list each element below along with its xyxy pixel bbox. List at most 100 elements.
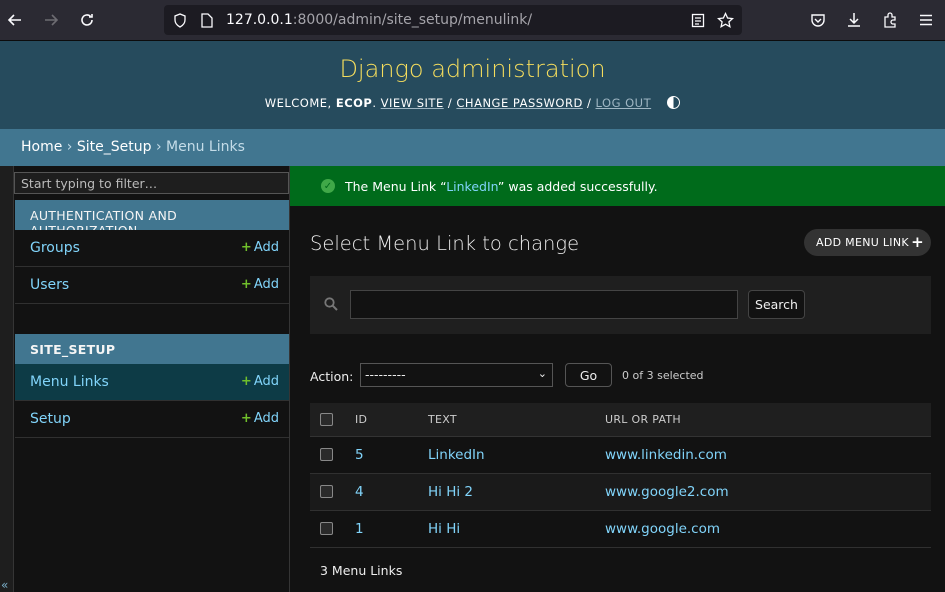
module-site-setup: SITE_SETUP Menu Links + Add Setup + Add	[15, 334, 289, 438]
reader-view-icon[interactable]	[689, 11, 707, 29]
collapse-sidebar-icon[interactable]: «	[1, 578, 8, 592]
page-title: Select Menu Link to change	[310, 232, 580, 255]
row-checkbox[interactable]	[320, 522, 333, 535]
extensions-icon[interactable]	[878, 8, 902, 32]
plus-icon: +	[911, 233, 924, 251]
nav-sidebar: « AUTHENTICATION AND AUTHORIZATION Group…	[0, 166, 290, 592]
paginator: 3 Menu Links	[310, 547, 931, 592]
row-url[interactable]: www.google.com	[605, 510, 931, 548]
browser-toolbar: 127.0.0.1:8000/admin/site_setup/menulink…	[0, 0, 945, 41]
sidebar-item-label[interactable]: Users	[30, 277, 69, 293]
sidebar-toggle-gutter[interactable]: «	[0, 166, 14, 592]
search-button[interactable]: Search	[748, 290, 805, 319]
module-caption-site-setup[interactable]: SITE_SETUP	[15, 334, 289, 364]
search-input[interactable]	[350, 290, 738, 319]
row-checkbox[interactable]	[320, 448, 333, 461]
sidebar-item-groups[interactable]: Groups + Add	[15, 230, 289, 267]
sidebar-item-label[interactable]: Menu Links	[30, 374, 109, 390]
breadcrumb-separator: ›	[155, 139, 162, 155]
sidebar-item-label[interactable]: Setup	[30, 411, 71, 427]
theme-toggle-icon[interactable]	[667, 96, 681, 109]
row-select-cell	[310, 436, 355, 474]
column-header-text[interactable]: TEXT	[428, 403, 605, 437]
select-all-cell	[310, 403, 355, 437]
action-select[interactable]: --------- ⌄	[360, 363, 553, 387]
add-setup-button[interactable]: + Add	[241, 411, 279, 426]
add-menu-link-label: ADD MENU LINK	[816, 236, 909, 249]
column-header-url[interactable]: URL OR PATH	[605, 403, 931, 437]
search-icon	[324, 297, 338, 315]
star-icon[interactable]	[716, 11, 734, 29]
menu-icon[interactable]	[914, 8, 938, 32]
go-button[interactable]: Go	[565, 363, 612, 387]
table-row: 4 Hi Hi 2 www.google2.com	[310, 473, 931, 511]
pocket-icon[interactable]	[806, 8, 830, 32]
reload-icon[interactable]	[75, 8, 99, 32]
row-id-link[interactable]: 1	[355, 510, 428, 548]
add-user-button[interactable]: + Add	[241, 277, 279, 292]
add-label: Add	[253, 411, 279, 426]
change-password-link[interactable]: CHANGE PASSWORD	[456, 96, 582, 110]
checkmark-icon: ✓	[321, 179, 335, 193]
row-select-cell	[310, 510, 355, 548]
breadcrumb: Home › Site_Setup › Menu Links	[0, 129, 945, 166]
table-row: 5 LinkedIn www.linkedin.com	[310, 436, 931, 474]
add-label: Add	[253, 240, 279, 255]
table-header-row: ID TEXT URL OR PATH	[310, 403, 931, 437]
url-path: :8000/admin/site_setup/menulink/	[292, 12, 533, 28]
breadcrumb-separator: ›	[66, 139, 73, 155]
username: ECOP	[335, 96, 373, 110]
module-caption-auth[interactable]: AUTHENTICATION AND AUTHORIZATION	[15, 200, 289, 238]
sidebar-item-setup[interactable]: Setup + Add	[15, 401, 289, 438]
row-url[interactable]: www.linkedin.com	[605, 436, 931, 474]
breadcrumb-site-setup[interactable]: Site_Setup	[77, 139, 152, 155]
user-tools: WELCOME, ECOP. VIEW SITE / CHANGE PASSWO…	[0, 96, 945, 110]
url-bar[interactable]: 127.0.0.1:8000/admin/site_setup/menulink…	[164, 5, 742, 35]
sidebar-item-users[interactable]: Users + Add	[15, 267, 289, 304]
message-object-link[interactable]: LinkedIn	[446, 179, 498, 194]
row-checkbox[interactable]	[320, 485, 333, 498]
forward-arrow-icon[interactable]	[39, 8, 63, 32]
module-auth: AUTHENTICATION AND AUTHORIZATION Groups …	[15, 200, 289, 304]
row-select-cell	[310, 473, 355, 511]
select-all-checkbox[interactable]	[320, 413, 333, 426]
row-id-link[interactable]: 4	[355, 473, 428, 511]
row-url[interactable]: www.google2.com	[605, 473, 931, 511]
selection-counter: 0 of 3 selected	[622, 369, 704, 382]
row-id-link[interactable]: 5	[355, 436, 428, 474]
breadcrumb-home[interactable]: Home	[21, 139, 62, 155]
url-host: 127.0.0.1	[226, 12, 293, 28]
plus-icon: +	[240, 374, 252, 389]
separator: /	[586, 96, 592, 110]
plus-icon: +	[240, 411, 252, 426]
add-menu-link-button[interactable]: ADD MENU LINK +	[804, 229, 931, 256]
chevron-down-icon: ⌄	[537, 367, 547, 380]
nav-filter-input[interactable]	[14, 172, 289, 194]
plus-icon: +	[240, 277, 252, 292]
row-text[interactable]: Hi Hi	[428, 510, 605, 548]
row-text[interactable]: LinkedIn	[428, 436, 605, 474]
column-header-id[interactable]: ID	[355, 403, 428, 437]
add-menu-link-sidebar-button[interactable]: + Add	[241, 374, 279, 389]
sidebar-item-label[interactable]: Groups	[30, 240, 80, 256]
add-group-button[interactable]: + Add	[241, 240, 279, 255]
table-row: 1 Hi Hi www.google.com	[310, 510, 931, 548]
breadcrumb-current: Menu Links	[166, 139, 245, 155]
separator: /	[447, 96, 453, 110]
add-label: Add	[253, 374, 279, 389]
result-list-table: ID TEXT URL OR PATH 5 LinkedIn www.linke…	[310, 403, 931, 548]
shield-icon[interactable]	[171, 11, 189, 29]
search-toolbar: Search	[310, 276, 931, 334]
row-text[interactable]: Hi Hi 2	[428, 473, 605, 511]
admin-header: Django administration WELCOME, ECOP. VIE…	[0, 41, 945, 129]
action-label: Action:	[310, 369, 354, 384]
page-icon[interactable]	[198, 11, 216, 29]
view-site-link[interactable]: VIEW SITE	[381, 96, 444, 110]
sidebar-item-menu-links[interactable]: Menu Links + Add	[15, 364, 289, 401]
action-bar: Action: --------- ⌄ Go 0 of 3 selected	[310, 363, 931, 389]
url-text: 127.0.0.1:8000/admin/site_setup/menulink…	[226, 12, 532, 28]
back-arrow-icon[interactable]	[3, 8, 27, 32]
site-branding[interactable]: Django administration	[0, 55, 945, 83]
log-out-button[interactable]: LOG OUT	[596, 96, 652, 110]
download-icon[interactable]	[842, 8, 866, 32]
